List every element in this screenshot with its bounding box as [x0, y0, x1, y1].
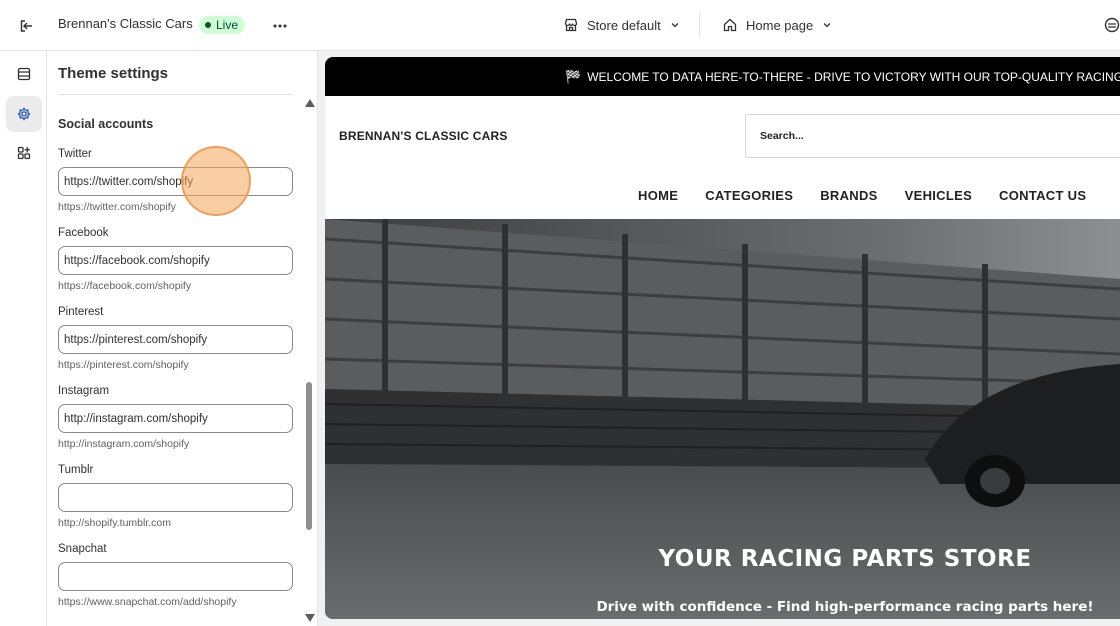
- tumblr-input[interactable]: [58, 483, 293, 512]
- preview-icon[interactable]: [1104, 17, 1120, 33]
- nav-item-brands[interactable]: BRANDS: [820, 188, 877, 203]
- hero-title: YOUR RACING PARTS STORE: [658, 546, 1032, 572]
- home-icon: [723, 18, 737, 32]
- store-icon: [564, 18, 578, 32]
- field-help-text: https://twitter.com/shopify: [58, 201, 176, 213]
- instagram-input[interactable]: [58, 404, 293, 433]
- instagram-field: Instagram http://instagram.com/shopify: [58, 385, 293, 450]
- top-bar: Brennan's Classic Cars Live Store defaul…: [0, 0, 1120, 51]
- gear-icon: [17, 107, 31, 121]
- field-help-text: https://www.snapchat.com/add/shopify: [58, 596, 237, 608]
- nav-item-home[interactable]: HOME: [638, 188, 678, 203]
- status-badge-label: Live: [216, 18, 239, 32]
- page-selector-label: Home page: [746, 17, 814, 33]
- snapchat-input[interactable]: [58, 562, 293, 591]
- announcement-text: WELCOME TO DATA HERE-TO-THERE - DRIVE TO…: [587, 69, 1120, 84]
- field-label: Pinterest: [58, 306, 104, 318]
- apps-icon: [17, 146, 31, 160]
- theme-settings-button[interactable]: [6, 96, 42, 132]
- sections-button[interactable]: [6, 56, 42, 92]
- tumblr-field: Tumblr http://shopify.tumblr.com: [58, 464, 293, 529]
- facebook-input[interactable]: [58, 246, 293, 275]
- store-nav: HOME CATEGORIES BRANDS VEHICLES CONTACT …: [638, 188, 1086, 203]
- facebook-field: Facebook https://facebook.com/shopify: [58, 227, 293, 292]
- left-icon-rail: [0, 51, 47, 626]
- store-logo-text[interactable]: BRENNAN'S CLASSIC CARS: [339, 129, 508, 143]
- chevron-down-icon: [823, 23, 831, 28]
- page-selector[interactable]: Home page: [722, 13, 833, 37]
- theme-selector[interactable]: Store default: [563, 13, 681, 37]
- field-help-text: https://facebook.com/shopify: [58, 280, 192, 292]
- section-title: Social accounts: [58, 117, 154, 131]
- twitter-input[interactable]: [58, 167, 293, 196]
- snapchat-field: Snapchat https://www.snapchat.com/add/sh…: [58, 543, 293, 608]
- search-placeholder: Search...: [760, 130, 804, 142]
- field-help-text: https://pinterest.com/shopify: [58, 359, 189, 371]
- field-label: Tumblr: [58, 464, 94, 476]
- scroll-up-arrow-icon[interactable]: [305, 99, 315, 107]
- announcement-bar: 🏁 WELCOME TO DATA HERE-TO-THERE - DRIVE …: [325, 57, 1120, 96]
- field-label: Twitter: [58, 148, 92, 160]
- panel-title: Theme settings: [58, 65, 169, 82]
- chevron-down-icon: [671, 23, 679, 28]
- topbar-divider: [699, 13, 700, 37]
- panel-scrollbar[interactable]: [303, 95, 315, 626]
- live-dot-icon: [205, 22, 211, 28]
- store-preview: 🏁 WELCOME TO DATA HERE-TO-THERE - DRIVE …: [325, 57, 1120, 619]
- twitter-field: Twitter https://twitter.com/shopify: [58, 148, 293, 213]
- apps-button[interactable]: [6, 135, 42, 171]
- scroll-down-arrow-icon[interactable]: [305, 614, 315, 622]
- store-search-input[interactable]: Search...: [745, 114, 1120, 158]
- status-badge: Live: [199, 16, 246, 34]
- panel-divider: [58, 94, 293, 95]
- store-name: Brennan's Classic Cars: [58, 16, 193, 31]
- pinterest-input[interactable]: [58, 325, 293, 354]
- exit-button[interactable]: [12, 12, 40, 40]
- scrollbar-thumb[interactable]: [306, 382, 312, 530]
- theme-selector-label: Store default: [587, 17, 661, 33]
- pinterest-field: Pinterest https://pinterest.com/shopify: [58, 306, 293, 371]
- field-label: Snapchat: [58, 543, 107, 555]
- more-actions-button[interactable]: [266, 12, 294, 40]
- field-label: Facebook: [58, 227, 109, 239]
- field-label: Instagram: [58, 385, 110, 397]
- exit-icon: [20, 20, 32, 32]
- hero-banner: YOUR RACING PARTS STORE Drive with confi…: [325, 219, 1120, 619]
- theme-settings-panel: Theme settings Social accounts Twitter h…: [47, 51, 318, 626]
- more-icon: [273, 24, 287, 28]
- hero-subtitle: Drive with confidence - Find high-perfor…: [596, 599, 1094, 615]
- checkered-flag-icon: 🏁: [565, 68, 582, 84]
- nav-item-contact-us[interactable]: CONTACT US: [999, 188, 1086, 203]
- field-help-text: http://shopify.tumblr.com: [58, 517, 172, 529]
- nav-item-vehicles[interactable]: VEHICLES: [905, 188, 972, 203]
- nav-item-categories[interactable]: CATEGORIES: [705, 188, 793, 203]
- sections-icon: [17, 67, 31, 81]
- field-help-text: http://instagram.com/shopify: [58, 438, 190, 450]
